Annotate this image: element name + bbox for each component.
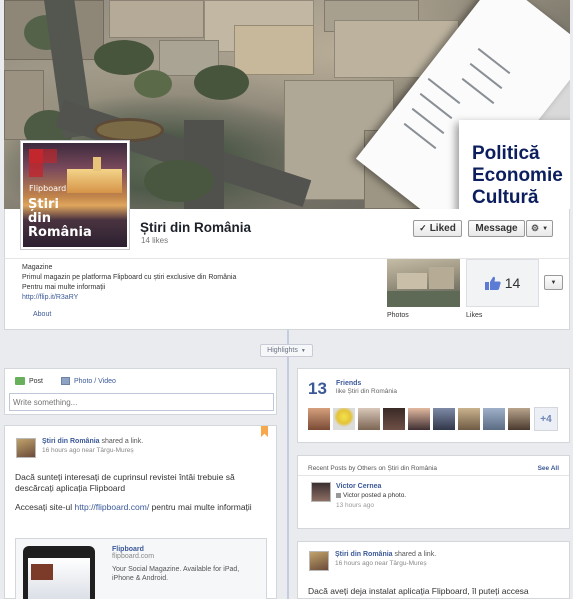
- post-header: Știri din România shared a link.: [42, 438, 144, 445]
- recent-posts-card: Recent Posts by Others on Știri din Româ…: [297, 455, 570, 529]
- photos-thumbnail[interactable]: [387, 259, 460, 307]
- friend-avatar[interactable]: [332, 407, 356, 431]
- friends-count[interactable]: 13: [308, 379, 327, 399]
- check-icon: ✓: [419, 223, 427, 233]
- link-title[interactable]: Flipboard: [112, 546, 252, 553]
- friend-avatar[interactable]: [382, 407, 406, 431]
- about-tab[interactable]: About: [33, 311, 51, 318]
- about-more-info: Pentru mai multe informații: [22, 284, 106, 291]
- post-author[interactable]: Știri din România: [42, 438, 100, 445]
- photo-icon: [61, 377, 70, 385]
- recent-post-text[interactable]: Victor posted a photo.: [343, 492, 406, 499]
- highlights-dropdown[interactable]: Highlights ▼: [260, 344, 313, 357]
- profile-line-3: România: [28, 225, 92, 240]
- about-description: Primul magazin pe platforma Flipboard cu…: [22, 274, 237, 281]
- thumbs-up-icon: [484, 276, 501, 290]
- post-meta: 16 hours ago near Târgu-Mureș: [335, 560, 427, 567]
- cover-word-politics: Politică: [472, 143, 540, 164]
- page-category: Magazine: [22, 264, 53, 271]
- recent-posts-header: Recent Posts by Others on Știri din Româ…: [308, 465, 437, 472]
- avatar[interactable]: [311, 482, 331, 502]
- post-paragraph: Dacă sunteți interesați de cuprinsul rev…: [15, 472, 235, 493]
- post-body: Dacă sunteți interesați de cuprinsul rev…: [15, 472, 270, 513]
- about-text: Magazine Primul magazin pe platforma Fli…: [22, 263, 377, 303]
- see-all-link[interactable]: See All: [538, 465, 559, 472]
- likes-tile-count: 14: [504, 275, 521, 291]
- profile-brand: Flipboard: [29, 184, 67, 193]
- photo-icon: [336, 493, 341, 498]
- post-paragraph-link: Accesați site-ul http://flipboard.com/ p…: [15, 502, 252, 512]
- avatar[interactable]: [309, 551, 329, 571]
- likes-count: 14 likes: [141, 236, 169, 245]
- post-author[interactable]: Știri din România: [335, 551, 393, 558]
- profile-line-1: Știri: [28, 197, 59, 212]
- page-title: Știri din România: [140, 220, 252, 235]
- more-tabs-button[interactable]: ▼: [544, 275, 563, 290]
- friend-avatar[interactable]: [357, 407, 381, 431]
- friend-avatar[interactable]: [482, 407, 506, 431]
- profile-line-2: din: [28, 211, 52, 226]
- likes-tab-label[interactable]: Likes: [466, 312, 482, 319]
- likes-tile[interactable]: 14: [466, 259, 539, 307]
- post-meta: 16 hours ago near Târgu-Mureș: [42, 447, 134, 454]
- timeline-line: [287, 330, 289, 599]
- chevron-down-icon: ▼: [300, 347, 306, 354]
- bookmark-icon[interactable]: [261, 426, 268, 437]
- avatar[interactable]: [16, 438, 36, 458]
- recent-post-time: 13 hours ago: [336, 502, 374, 509]
- phone-thumbnail: [23, 546, 95, 599]
- liked-button[interactable]: ✓ Liked: [413, 220, 462, 237]
- chevron-down-icon: ▼: [542, 225, 549, 232]
- link-description: Your Social Magazine. Available for iPad…: [112, 566, 240, 582]
- friends-subtitle: like Știri din România: [336, 388, 398, 395]
- settings-dropdown-button[interactable]: ⚙ ▼: [526, 220, 553, 237]
- about-link[interactable]: http://flip.it/R3aRY: [22, 294, 78, 301]
- link-domain: flipboard.com: [112, 553, 155, 560]
- friend-avatar[interactable]: [457, 407, 481, 431]
- recent-post-author[interactable]: Victor Cernea: [336, 483, 381, 490]
- friends-label[interactable]: Friends: [336, 380, 361, 387]
- message-button[interactable]: Message: [468, 220, 525, 237]
- status-icon: [15, 377, 25, 385]
- more-friends-button[interactable]: +4: [534, 407, 558, 431]
- link-preview[interactable]: Flipboard flipboard.com Your Social Maga…: [15, 538, 267, 599]
- photos-tab-label[interactable]: Photos: [387, 312, 409, 319]
- friend-avatar[interactable]: [507, 407, 531, 431]
- friend-avatar[interactable]: [307, 407, 331, 431]
- post-header: Știri din România shared a link.: [335, 551, 437, 558]
- post-link[interactable]: http://flipboard.com/: [75, 502, 150, 512]
- composer-input[interactable]: [9, 393, 274, 411]
- gear-icon: ⚙: [530, 223, 540, 233]
- friend-avatar[interactable]: [407, 407, 431, 431]
- profile-picture[interactable]: Flipboard Știri din România: [20, 140, 130, 250]
- cover-word-culture: Cultură: [472, 187, 539, 208]
- chevron-down-icon: ▼: [550, 279, 557, 286]
- cover-word-economy: Economie: [472, 165, 563, 186]
- post-tab[interactable]: Post: [15, 377, 43, 385]
- friend-avatar[interactable]: [432, 407, 456, 431]
- post-body: Dacă aveți deja instalat aplicația Flipb…: [308, 586, 529, 596]
- post-card: Știri din România shared a link. 16 hour…: [4, 425, 277, 599]
- friends-card: 13 Friends like Știri din România: [297, 368, 570, 443]
- composer: Post Photo / Video: [4, 368, 277, 415]
- photo-video-tab[interactable]: Photo / Video: [61, 377, 116, 385]
- post-card: Știri din România shared a link. 16 hour…: [297, 541, 570, 599]
